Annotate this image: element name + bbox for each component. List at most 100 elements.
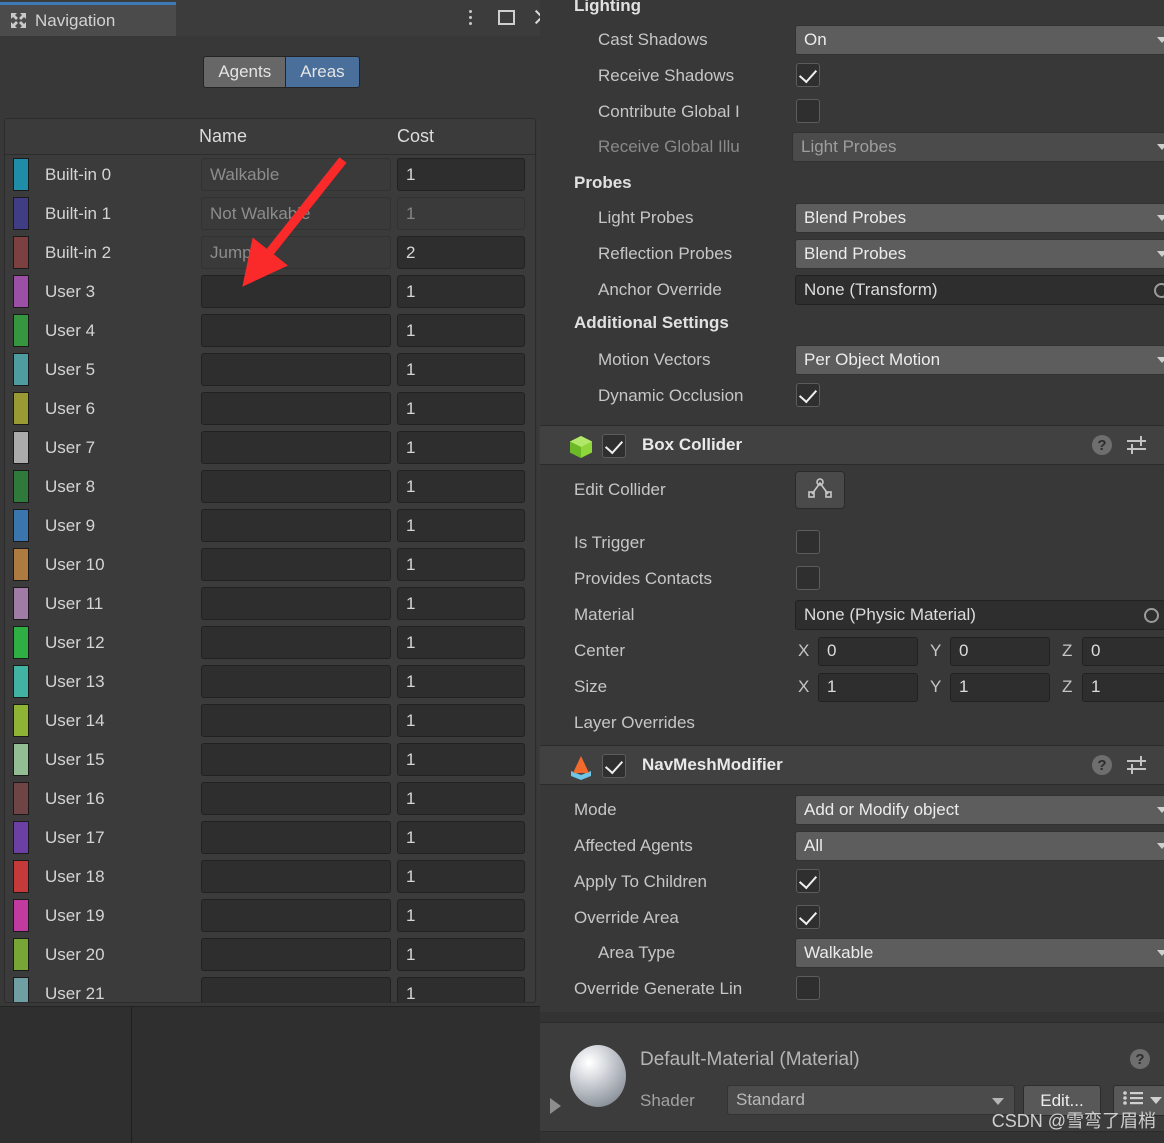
area-cost-input[interactable]: 1 (397, 782, 525, 815)
input-center-z[interactable]: 0 (1082, 636, 1164, 666)
help-icon[interactable]: ? (1092, 755, 1112, 775)
foldout-arrow-icon[interactable] (550, 1098, 561, 1114)
table-row[interactable]: User 12 1 (5, 623, 535, 662)
area-cost-input[interactable]: 1 (397, 665, 525, 698)
table-row[interactable]: Built-in 1 Not Walkable 1 (5, 194, 535, 233)
checkbox-apply-to-children[interactable] (796, 869, 820, 893)
table-row[interactable]: User 9 1 (5, 506, 535, 545)
objectfield-physic-material[interactable]: None (Physic Material) (795, 600, 1164, 630)
area-name-input[interactable] (201, 353, 391, 386)
area-name-input[interactable] (201, 899, 391, 932)
label-layer-overrides[interactable]: Layer Overrides (574, 713, 695, 733)
area-color-swatch[interactable] (13, 743, 29, 776)
area-name-input[interactable] (201, 548, 391, 581)
area-cost-input[interactable]: 1 (397, 275, 525, 308)
checkbox-override-area[interactable] (796, 905, 820, 929)
area-name-input[interactable] (201, 782, 391, 815)
table-row[interactable]: User 8 1 (5, 467, 535, 506)
area-cost-input[interactable]: 1 (397, 509, 525, 542)
help-icon[interactable]: ? (1130, 1049, 1150, 1069)
area-color-swatch[interactable] (13, 470, 29, 503)
area-cost-input[interactable]: 1 (397, 587, 525, 620)
area-color-swatch[interactable] (13, 431, 29, 464)
area-color-swatch[interactable] (13, 821, 29, 854)
checkbox-navmesh-modifier-enabled[interactable] (602, 754, 626, 778)
component-header-navmesh-modifier[interactable]: NavMeshModifier ? (540, 745, 1164, 785)
area-color-swatch[interactable] (13, 275, 29, 308)
object-picker-icon[interactable] (1144, 607, 1159, 623)
area-cost-input[interactable]: 1 (397, 977, 525, 1002)
table-row[interactable]: User 21 1 (5, 974, 535, 1002)
object-picker-icon[interactable] (1154, 282, 1164, 298)
table-row[interactable]: User 7 1 (5, 428, 535, 467)
table-row[interactable]: User 5 1 (5, 350, 535, 389)
table-row[interactable]: User 15 1 (5, 740, 535, 779)
checkbox-dynamic-occlusion[interactable] (796, 383, 820, 407)
input-size-y[interactable]: 1 (950, 672, 1050, 702)
edit-collider-button[interactable] (795, 471, 845, 509)
area-color-swatch[interactable] (13, 314, 29, 347)
area-name-input[interactable] (201, 665, 391, 698)
objectfield-anchor-override[interactable]: None (Transform) (795, 275, 1164, 305)
area-name-input[interactable] (201, 938, 391, 971)
component-header-box-collider[interactable]: Box Collider ? (540, 425, 1164, 465)
area-cost-input[interactable]: 1 (397, 548, 525, 581)
area-name-input[interactable] (201, 743, 391, 776)
checkbox-is-trigger[interactable] (796, 530, 820, 554)
area-color-swatch[interactable] (13, 353, 29, 386)
table-row[interactable]: Built-in 0 Walkable 1 (5, 155, 535, 194)
area-color-swatch[interactable] (13, 626, 29, 659)
area-cost-input[interactable]: 1 (397, 821, 525, 854)
dropdown-reflection-probes[interactable]: Blend Probes (795, 239, 1164, 269)
input-size-x[interactable]: 1 (818, 672, 918, 702)
dropdown-mode[interactable]: Add or Modify object (795, 795, 1164, 825)
tab-navigation[interactable]: Navigation (0, 2, 176, 36)
area-name-input[interactable] (201, 977, 391, 1002)
input-center-x[interactable]: 0 (818, 636, 918, 666)
area-cost-input[interactable]: 1 (397, 704, 525, 737)
table-row[interactable]: User 18 1 (5, 857, 535, 896)
area-cost-input[interactable]: 1 (397, 431, 525, 464)
maximize-icon[interactable] (495, 6, 517, 28)
table-row[interactable]: User 17 1 (5, 818, 535, 857)
checkbox-receive-shadows[interactable] (796, 63, 820, 87)
area-color-swatch[interactable] (13, 587, 29, 620)
tab-agents[interactable]: Agents (203, 56, 287, 88)
dropdown-cast-shadows[interactable]: On (795, 25, 1164, 55)
area-name-input[interactable] (201, 392, 391, 425)
table-row[interactable]: User 10 1 (5, 545, 535, 584)
checkbox-provides-contacts[interactable] (796, 566, 820, 590)
table-row[interactable]: User 14 1 (5, 701, 535, 740)
preset-settings-icon[interactable] (1126, 755, 1148, 775)
area-cost-input[interactable]: 1 (397, 470, 525, 503)
area-cost-input[interactable]: 1 (397, 353, 525, 386)
area-name-input[interactable] (201, 275, 391, 308)
area-name-input[interactable] (201, 704, 391, 737)
area-color-swatch[interactable] (13, 665, 29, 698)
area-color-swatch[interactable] (13, 158, 29, 191)
area-name-input[interactable] (201, 860, 391, 893)
area-cost-input[interactable]: 2 (397, 236, 525, 269)
area-name-input[interactable] (201, 509, 391, 542)
table-row[interactable]: User 16 1 (5, 779, 535, 818)
dropdown-receive-global-illumination[interactable]: Light Probes (792, 132, 1164, 162)
input-center-y[interactable]: 0 (950, 636, 1050, 666)
area-name-input[interactable] (201, 821, 391, 854)
area-name-input[interactable] (201, 626, 391, 659)
dropdown-area-type[interactable]: Walkable (795, 938, 1164, 968)
area-name-input[interactable] (201, 587, 391, 620)
checkbox-override-generate-links[interactable] (796, 976, 820, 1000)
table-row[interactable]: User 19 1 (5, 896, 535, 935)
area-color-swatch[interactable] (13, 197, 29, 230)
area-color-swatch[interactable] (13, 899, 29, 932)
area-color-swatch[interactable] (13, 236, 29, 269)
dropdown-affected-agents[interactable]: All (795, 831, 1164, 861)
table-row[interactable]: User 13 1 (5, 662, 535, 701)
area-cost-input[interactable]: 1 (397, 626, 525, 659)
area-cost-input[interactable]: 1 (397, 314, 525, 347)
area-name-input[interactable] (201, 314, 391, 347)
area-cost-input[interactable]: 1 (397, 743, 525, 776)
area-name-input[interactable] (201, 470, 391, 503)
area-cost-input[interactable]: 1 (397, 899, 525, 932)
area-cost-input[interactable]: 1 (397, 860, 525, 893)
